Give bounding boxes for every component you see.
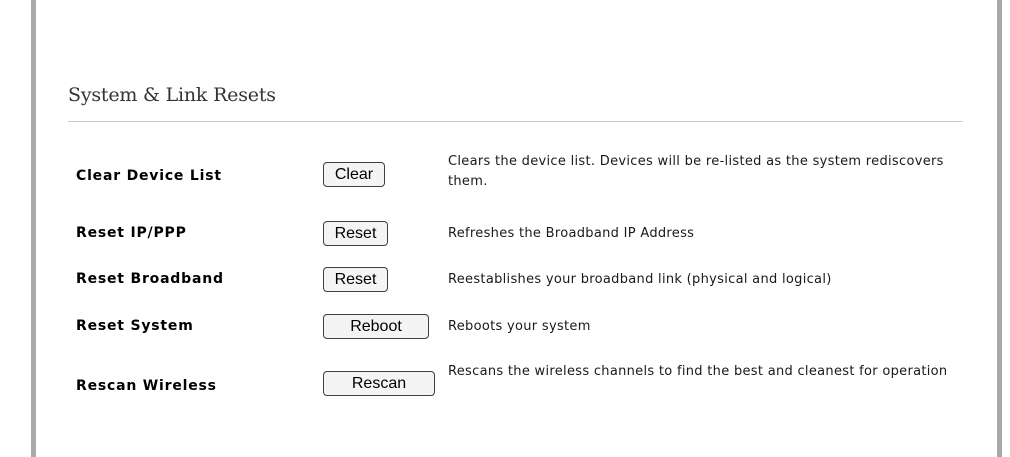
rescan-wireless-row: Rescan Wireless Rescan Rescans the wirel… [68,364,963,408]
reset-ip-ppp-row: Reset IP/PPP Reset Refreshes the Broadba… [68,220,963,250]
reset-broadband-row: Reset Broadband Reset Reestablishes your… [68,266,963,296]
section-divider [68,121,963,122]
rescan-wireless-label: Rescan Wireless [76,378,217,394]
frame-border-right [997,0,1002,457]
clear-device-list-button[interactable]: Clear [323,162,385,187]
clear-device-list-description: Clears the device list. Devices will be … [448,154,944,189]
reset-ip-ppp-button[interactable]: Reset [323,221,388,246]
clear-device-list-row: Clear Device List Clear Clears the devic… [68,154,963,199]
reset-system-description: Reboots your system [448,319,591,334]
reset-system-row: Reset System Reboot Reboots your system [68,313,963,343]
section-title: System & Link Resets [68,84,276,106]
reset-ip-ppp-label: Reset IP/PPP [76,225,187,241]
rescan-wireless-button[interactable]: Rescan [323,371,435,396]
reset-ip-ppp-description: Refreshes the Broadband IP Address [448,226,695,241]
clear-device-list-label: Clear Device List [76,168,222,184]
rescan-wireless-description: Rescans the wireless channels to find th… [448,364,948,379]
frame-border-left [31,0,36,457]
reset-broadband-label: Reset Broadband [76,271,224,287]
reset-broadband-description: Reestablishes your broadband link (physi… [448,272,832,287]
reset-system-label: Reset System [76,318,194,334]
reset-system-button[interactable]: Reboot [323,314,429,339]
reset-broadband-button[interactable]: Reset [323,267,388,292]
